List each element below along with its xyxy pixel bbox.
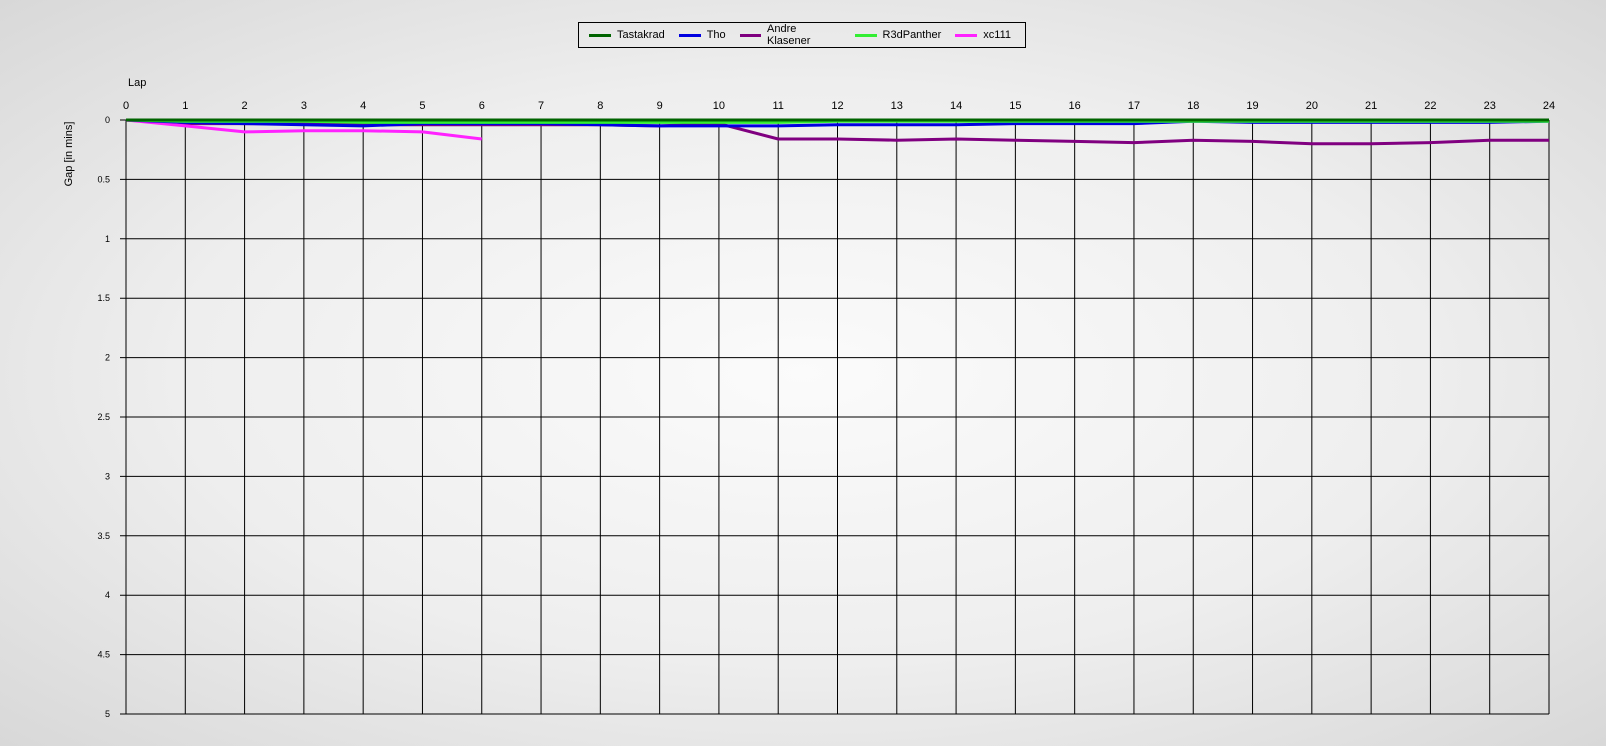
x-tick-labels: 0 1 2 3 4 5 6 7 8 9 10 11 12 13 14 15 16 17 18 19 20 21 22 23 24 (123, 100, 1555, 112)
x-tick-label: 18 (1187, 100, 1199, 112)
x-tick-label: 16 (1069, 100, 1081, 112)
y-tick-label: 4.5 (97, 650, 110, 660)
x-tick-label: 0 (123, 100, 129, 112)
x-tick-label: 6 (479, 100, 485, 112)
y-tick-label: 1.5 (97, 293, 110, 303)
x-tick-label: 7 (538, 100, 544, 112)
x-tick-label: 20 (1306, 100, 1318, 112)
x-tick-label: 23 (1484, 100, 1496, 112)
y-tick-label: 4 (105, 590, 110, 600)
x-tick-label: 17 (1128, 100, 1140, 112)
x-tick-label: 1 (182, 100, 188, 112)
y-tick-label: 2 (105, 353, 110, 363)
y-tick-label: 2.5 (97, 412, 110, 422)
grid (120, 119, 1550, 715)
x-tick-label: 4 (360, 100, 366, 112)
x-tick-label: 22 (1424, 100, 1436, 112)
x-axis-title: Lap (128, 77, 146, 89)
lap-gap-chart: 0 1 2 3 4 5 6 7 8 9 10 11 12 13 14 15 16 17 18 19 20 21 22 23 24… (63, 77, 1555, 719)
x-tick-label: 15 (1009, 100, 1021, 112)
x-tick-label: 21 (1365, 100, 1377, 112)
x-tick-label: 12 (831, 100, 843, 112)
x-tick-label: 13 (891, 100, 903, 112)
x-tick-label: 11 (772, 100, 783, 112)
x-tick-label: 19 (1246, 100, 1258, 112)
x-tick-label: 10 (713, 100, 725, 112)
x-tick-label: 5 (419, 100, 425, 112)
x-tick-label: 24 (1543, 100, 1555, 112)
x-tick-label: 8 (597, 100, 603, 112)
x-tick-label: 14 (950, 100, 962, 112)
y-tick-label: 3 (105, 471, 110, 481)
y-tick-label: 5 (105, 709, 110, 719)
x-tick-label: 3 (301, 100, 307, 112)
y-tick-labels: 0 0.5 1 1.5 2 2.5 3 3.5 4 4.5 5 (97, 115, 110, 719)
x-tick-label: 2 (242, 100, 248, 112)
y-tick-label: 0 (105, 115, 110, 125)
y-tick-label: 0.5 (97, 174, 110, 184)
x-tick-label: 9 (657, 100, 663, 112)
y-tick-label: 3.5 (97, 531, 110, 541)
y-axis-title: Gap [in mins] (63, 122, 75, 187)
y-tick-label: 1 (105, 234, 110, 244)
